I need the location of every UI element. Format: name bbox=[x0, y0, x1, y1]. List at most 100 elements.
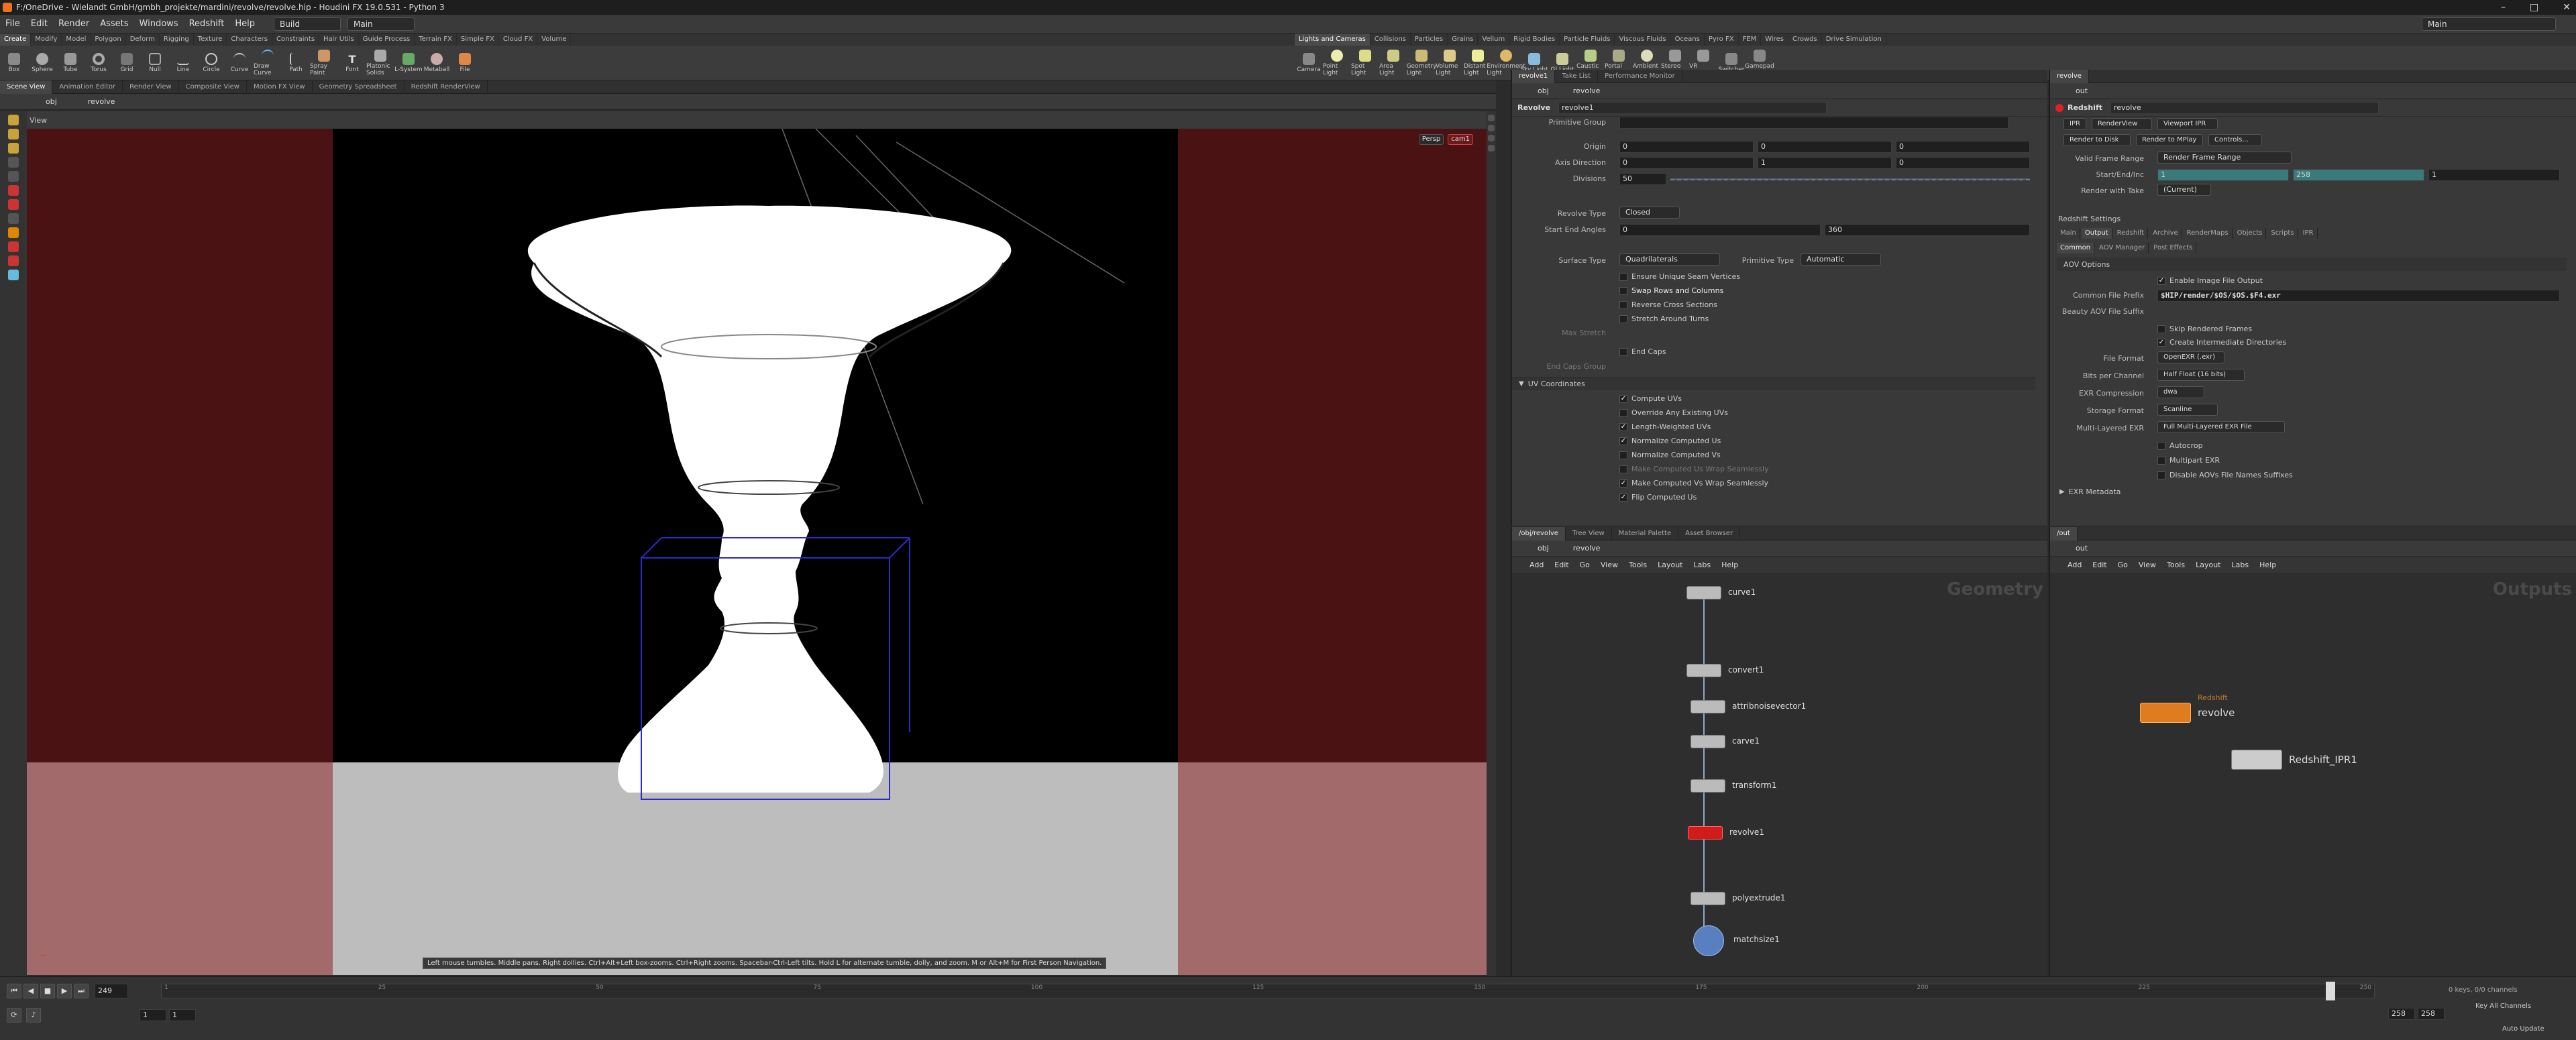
tab-animation-editor[interactable]: Animation Editor bbox=[52, 80, 123, 94]
netleft-menu-add[interactable]: Add bbox=[1524, 561, 1549, 569]
time-slider[interactable]: 1 25 50 75 100 125 150 175 200 225 250 bbox=[161, 982, 2375, 1000]
tool-torus[interactable]: Torus bbox=[85, 52, 113, 73]
camera-tool-icon[interactable] bbox=[8, 270, 19, 280]
storage-format-dropdown[interactable]: Scanline bbox=[2157, 404, 2218, 416]
shelf-tab-texture[interactable]: Texture bbox=[194, 34, 227, 46]
tab-render-view[interactable]: Render View bbox=[123, 80, 179, 94]
shelf-tab-create[interactable]: Create bbox=[0, 34, 32, 46]
key-all-channels-button[interactable]: Key All Channels bbox=[2475, 1002, 2531, 1010]
shelf-tab-particles[interactable]: Particles bbox=[1411, 34, 1448, 46]
end-frame-field[interactable]: 258 bbox=[2293, 169, 2424, 181]
scene-viewport[interactable]: Persp cam1 Left mouse tumbles. Middle pa… bbox=[27, 129, 1487, 975]
uv-coordinates-section[interactable]: ▼ UV Coordinates bbox=[1512, 377, 2035, 390]
persp-menu[interactable]: Persp bbox=[1418, 134, 1444, 145]
shelf-tab-guide-process[interactable]: Guide Process bbox=[359, 34, 415, 46]
netleft-path-revolve[interactable]: revolve bbox=[1568, 544, 1606, 553]
build-dropdown[interactable]: Build bbox=[274, 17, 341, 31]
rs-tab-ipr[interactable]: IPR bbox=[2300, 228, 2318, 239]
netleft-menu-layout[interactable]: Layout bbox=[1652, 561, 1688, 569]
scale-tool-icon[interactable] bbox=[8, 157, 19, 168]
render-with-take-dropdown[interactable]: (Current) bbox=[2157, 184, 2211, 196]
rs-tab-post-effects[interactable]: Post Effects bbox=[2150, 243, 2197, 253]
start-angle-field[interactable]: 0 bbox=[1619, 224, 1821, 236]
autocrop-checkbox[interactable]: Autocrop bbox=[2157, 439, 2203, 453]
axis-z-field[interactable]: 0 bbox=[1896, 157, 2030, 169]
inc-frame-field[interactable]: 1 bbox=[2428, 169, 2560, 181]
tool-font[interactable]: T Font bbox=[338, 53, 366, 73]
tool-platonic[interactable]: Platonic Solids bbox=[366, 49, 394, 76]
compute-uvs-checkbox[interactable]: ✓ Compute UVs bbox=[1619, 392, 1769, 406]
menu-file[interactable]: File bbox=[0, 19, 25, 29]
tab-redshift-renderview[interactable]: Redshift RenderView bbox=[405, 80, 488, 94]
shelf-tab-rigging[interactable]: Rigging bbox=[160, 34, 194, 46]
render-to-disk-button[interactable]: Render to Disk bbox=[2063, 134, 2131, 146]
netleft-menu-labs[interactable]: Labs bbox=[1688, 561, 1717, 569]
netleft-menu-go[interactable]: Go bbox=[1574, 561, 1595, 569]
file-format-dropdown[interactable]: OpenEXR (.exr) bbox=[2157, 351, 2224, 363]
exr-compression-dropdown[interactable]: dwa bbox=[2157, 386, 2204, 398]
netleft-menu-view[interactable]: View bbox=[1595, 561, 1623, 569]
netright-menu-help[interactable]: Help bbox=[2254, 561, 2282, 569]
tool-circle[interactable]: Circle bbox=[197, 52, 225, 73]
tool-grid[interactable]: Grid bbox=[113, 52, 141, 73]
playhead[interactable] bbox=[2326, 982, 2335, 1000]
tab-obj-revolve-network[interactable]: /obj/revolve bbox=[1512, 526, 1566, 540]
range-end-field[interactable]: 258 bbox=[2388, 1008, 2415, 1020]
param-path-revolve[interactable]: revolve bbox=[1568, 86, 1606, 95]
rs-tab-main[interactable]: Main bbox=[2057, 228, 2080, 239]
tool-volume-light[interactable]: Volume Light bbox=[1436, 49, 1464, 76]
shelf-tab-lights[interactable]: Lights and Cameras bbox=[1295, 34, 1371, 46]
flip-us-checkbox[interactable]: ✓ Flip Computed Us bbox=[1619, 490, 1769, 504]
tool-line[interactable]: Line bbox=[169, 53, 197, 73]
handle-tool-icon[interactable] bbox=[8, 171, 19, 182]
tool-file[interactable]: File bbox=[451, 52, 479, 73]
range-start-field[interactable]: 1 bbox=[140, 1009, 166, 1021]
shelf-tab-particle-fluids[interactable]: Particle Fluids bbox=[1560, 34, 1615, 46]
step-back-button[interactable]: ◀ bbox=[23, 984, 38, 998]
rs-tab-redshift[interactable]: Redshift bbox=[2114, 228, 2149, 239]
tab-performance-monitor[interactable]: Performance Monitor bbox=[1598, 69, 1682, 83]
tool-metaball[interactable]: Metaball bbox=[423, 52, 451, 73]
ipr-button[interactable]: IPR bbox=[2063, 118, 2086, 130]
shelf-tab-constraints[interactable]: Constraints bbox=[272, 34, 320, 46]
netleft-menu-help[interactable]: Help bbox=[1716, 561, 1743, 569]
node-redshift-ipr1[interactable] bbox=[2231, 750, 2282, 770]
shelf-tab-collisions[interactable]: Collisions bbox=[1371, 34, 1411, 46]
tool-geometry-light[interactable]: Geometry Light bbox=[1407, 49, 1436, 76]
divisions-slider[interactable] bbox=[1670, 178, 2030, 180]
revolve-type-dropdown[interactable]: Closed bbox=[1619, 207, 1680, 219]
multi-layered-exr-dropdown[interactable]: Full Multi-Layered EXR File bbox=[2157, 421, 2285, 433]
tab-scene-view[interactable]: Scene View bbox=[0, 80, 53, 94]
tab-asset-browser[interactable]: Asset Browser bbox=[1678, 526, 1741, 540]
create-dirs-checkbox[interactable]: ✓ Create Intermediate Directories bbox=[2157, 335, 2286, 349]
skip-rendered-checkbox[interactable]: Skip Rendered Frames bbox=[2157, 322, 2252, 336]
tab-material-palette[interactable]: Material Palette bbox=[1612, 526, 1679, 540]
origin-z-field[interactable]: 0 bbox=[1896, 141, 2030, 153]
shading-icon[interactable] bbox=[1488, 145, 1495, 152]
shelf-tab-wires[interactable]: Wires bbox=[1761, 34, 1788, 46]
origin-x-field[interactable]: 0 bbox=[1619, 141, 1754, 153]
tool-path[interactable]: Path bbox=[282, 52, 310, 73]
menu-help[interactable]: Help bbox=[229, 19, 260, 29]
netright-menu-go[interactable]: Go bbox=[2112, 561, 2133, 569]
camera-menu[interactable]: cam1 bbox=[1448, 134, 1473, 145]
node-attribnoisevector1[interactable] bbox=[1690, 700, 1725, 713]
shelf-tab-drive-simulation[interactable]: Drive Simulation bbox=[1822, 34, 1886, 46]
ensure-unique-seam-checkbox[interactable]: Ensure Unique Seam Vertices bbox=[1619, 270, 1740, 284]
tool-point-light[interactable]: Point Light bbox=[1323, 49, 1351, 76]
shelf-tab-viscous-fluids[interactable]: Viscous Fluids bbox=[1615, 34, 1671, 46]
netleft-menu-edit[interactable]: Edit bbox=[1549, 561, 1574, 569]
common-file-prefix-field[interactable]: $HIP/render/$OS/$OS.$F4.exr bbox=[2157, 290, 2560, 302]
axis-y-field[interactable]: 1 bbox=[1758, 157, 1892, 169]
shelf-tab-volume[interactable]: Volume bbox=[537, 34, 572, 46]
disable-aov-suffix-checkbox[interactable]: Disable AOVs File Names Suffixes bbox=[2157, 468, 2293, 482]
shelf-tab-cloud-fx[interactable]: Cloud FX bbox=[499, 34, 538, 46]
rs-tab-rendermaps[interactable]: RenderMaps bbox=[2184, 228, 2233, 239]
range-start-2-field[interactable]: 1 bbox=[169, 1009, 196, 1021]
stop-button[interactable]: ■ bbox=[40, 984, 55, 998]
length-weighted-uvs-checkbox[interactable]: ✓ Length-Weighted UVs bbox=[1619, 420, 1769, 434]
jump-start-button[interactable]: ⏮ bbox=[7, 984, 21, 998]
render-region-icon[interactable] bbox=[8, 241, 19, 252]
tool-sphere[interactable]: Sphere bbox=[28, 52, 56, 73]
aov-options-section[interactable]: AOV Options bbox=[2057, 257, 2567, 271]
